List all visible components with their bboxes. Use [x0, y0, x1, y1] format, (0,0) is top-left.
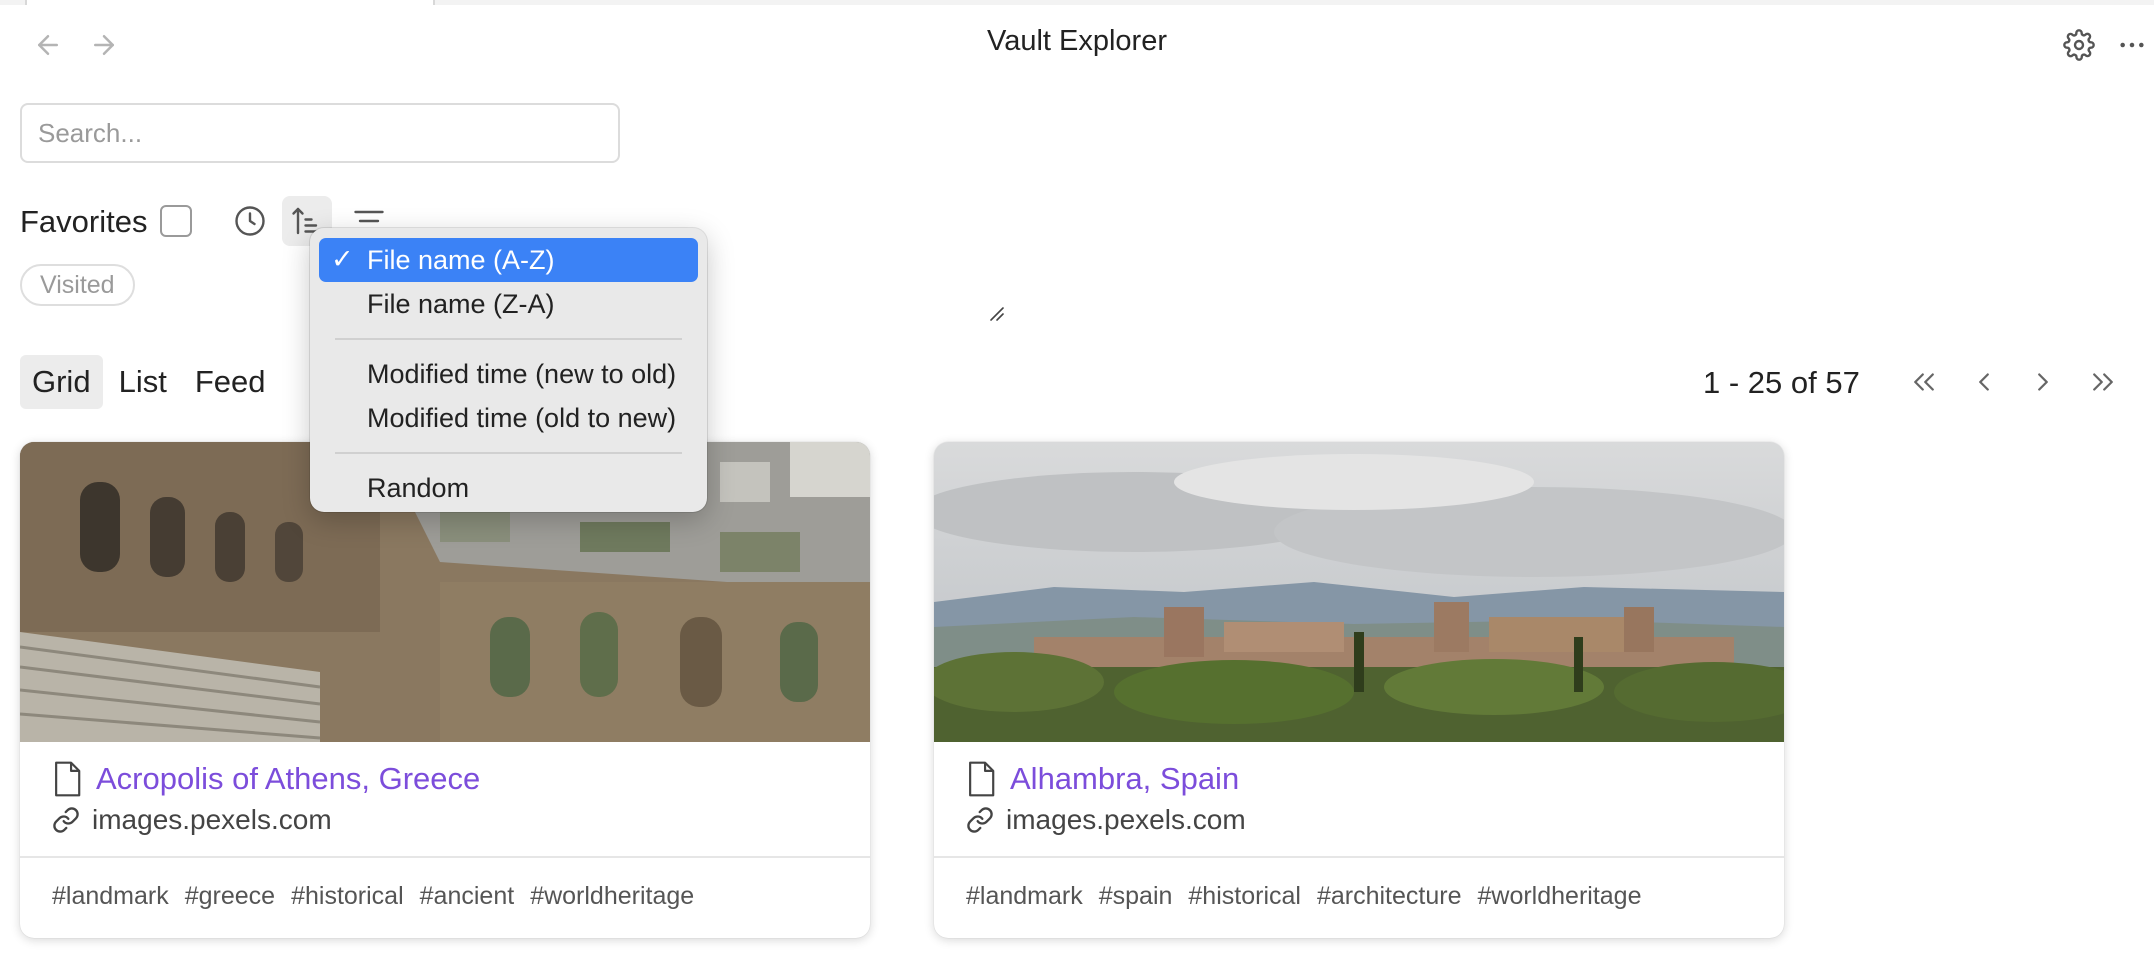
tag[interactable]: #ancient [420, 882, 515, 911]
note-card[interactable]: Alhambra, Spain images.pexels.com #landm… [934, 442, 1784, 938]
card-tags: #landmark #greece #historical #ancient #… [52, 882, 710, 911]
menu-separator [335, 338, 682, 340]
tab-grid[interactable]: Grid [20, 355, 103, 409]
search-input[interactable] [20, 103, 620, 163]
card-title-row: Alhambra, Spain [964, 760, 1239, 798]
sort-option-random[interactable]: Random [319, 466, 698, 510]
link-icon [53, 807, 79, 833]
tab-list[interactable]: List [107, 355, 179, 409]
menu-separator [335, 452, 682, 454]
next-page-icon [2038, 373, 2048, 391]
link-icon [967, 807, 993, 833]
card-url[interactable]: images.pexels.com [1006, 804, 1246, 836]
sort-option-file-name-asc[interactable]: ✓ File name (A-Z) [319, 238, 698, 282]
resize-handle-icon[interactable] [988, 305, 1006, 323]
menu-item-label: Random [367, 472, 470, 503]
card-url-row: images.pexels.com [52, 804, 332, 836]
first-page-button[interactable] [1902, 360, 1946, 404]
card-title-link[interactable]: Acropolis of Athens, Greece [96, 761, 480, 797]
menu-item-label: File name (Z-A) [367, 288, 555, 319]
tag[interactable]: #landmark [52, 882, 169, 911]
sort-option-modified-old-to-new[interactable]: Modified time (old to new) [319, 396, 698, 440]
more-options-button[interactable] [2110, 23, 2154, 67]
tag[interactable]: #greece [185, 882, 275, 911]
card-cover-image [934, 442, 1784, 742]
tag[interactable]: #historical [291, 882, 404, 911]
last-page-icon [2093, 373, 2113, 391]
favorites-label: Favorites [20, 204, 148, 239]
previous-page-icon [1979, 373, 1989, 391]
tag[interactable]: #historical [1188, 882, 1301, 911]
window-title: Vault Explorer [987, 25, 1167, 57]
view-tabs: Grid List Feed [20, 355, 282, 409]
card-divider [20, 856, 870, 858]
filter-chip-visited[interactable]: Visited [20, 264, 135, 306]
tab-feed[interactable]: Feed [183, 355, 278, 409]
tag[interactable]: #worldheritage [1478, 882, 1642, 911]
next-page-button[interactable] [2021, 360, 2065, 404]
sort-option-modified-new-to-old[interactable]: Modified time (new to old) [319, 352, 698, 396]
tag[interactable]: #worldheritage [530, 882, 694, 911]
menu-item-label: Modified time (old to new) [367, 402, 677, 433]
card-divider [934, 856, 1784, 858]
sort-menu: ✓ File name (A-Z) File name (Z-A) Modifi… [310, 228, 707, 512]
more-horizontal-icon [2120, 42, 2144, 48]
menu-item-label: File name (A-Z) [367, 244, 555, 275]
card-title-link[interactable]: Alhambra, Spain [1010, 761, 1239, 797]
sort-option-file-name-desc[interactable]: File name (Z-A) [319, 282, 698, 326]
settings-button[interactable] [2057, 23, 2101, 67]
tag[interactable]: #architecture [1317, 882, 1462, 911]
pagination-status: 1 - 25 of 57 [1703, 365, 1860, 400]
tag[interactable]: #landmark [966, 882, 1083, 911]
favorites-checkbox[interactable] [160, 205, 192, 237]
file-icon [969, 761, 995, 797]
recent-button[interactable] [225, 196, 275, 246]
previous-page-button[interactable] [1962, 360, 2006, 404]
note-card[interactable]: Acropolis of Athens, Greece images.pexel… [20, 442, 870, 938]
first-page-icon [1914, 373, 1934, 391]
card-title-row: Acropolis of Athens, Greece [50, 760, 480, 798]
clock-icon [235, 206, 265, 236]
title-bar: Vault Explorer [0, 5, 2154, 77]
checkmark-icon: ✓ [331, 244, 354, 274]
card-url[interactable]: images.pexels.com [92, 804, 332, 836]
last-page-button[interactable] [2081, 360, 2125, 404]
menu-item-label: Modified time (new to old) [367, 358, 677, 389]
card-url-row: images.pexels.com [966, 804, 1246, 836]
card-tags: #landmark #spain #historical #architectu… [966, 882, 1658, 911]
tag[interactable]: #spain [1099, 882, 1173, 911]
file-icon [55, 761, 81, 797]
gear-icon [2063, 29, 2095, 61]
palace-photo [934, 442, 1784, 742]
